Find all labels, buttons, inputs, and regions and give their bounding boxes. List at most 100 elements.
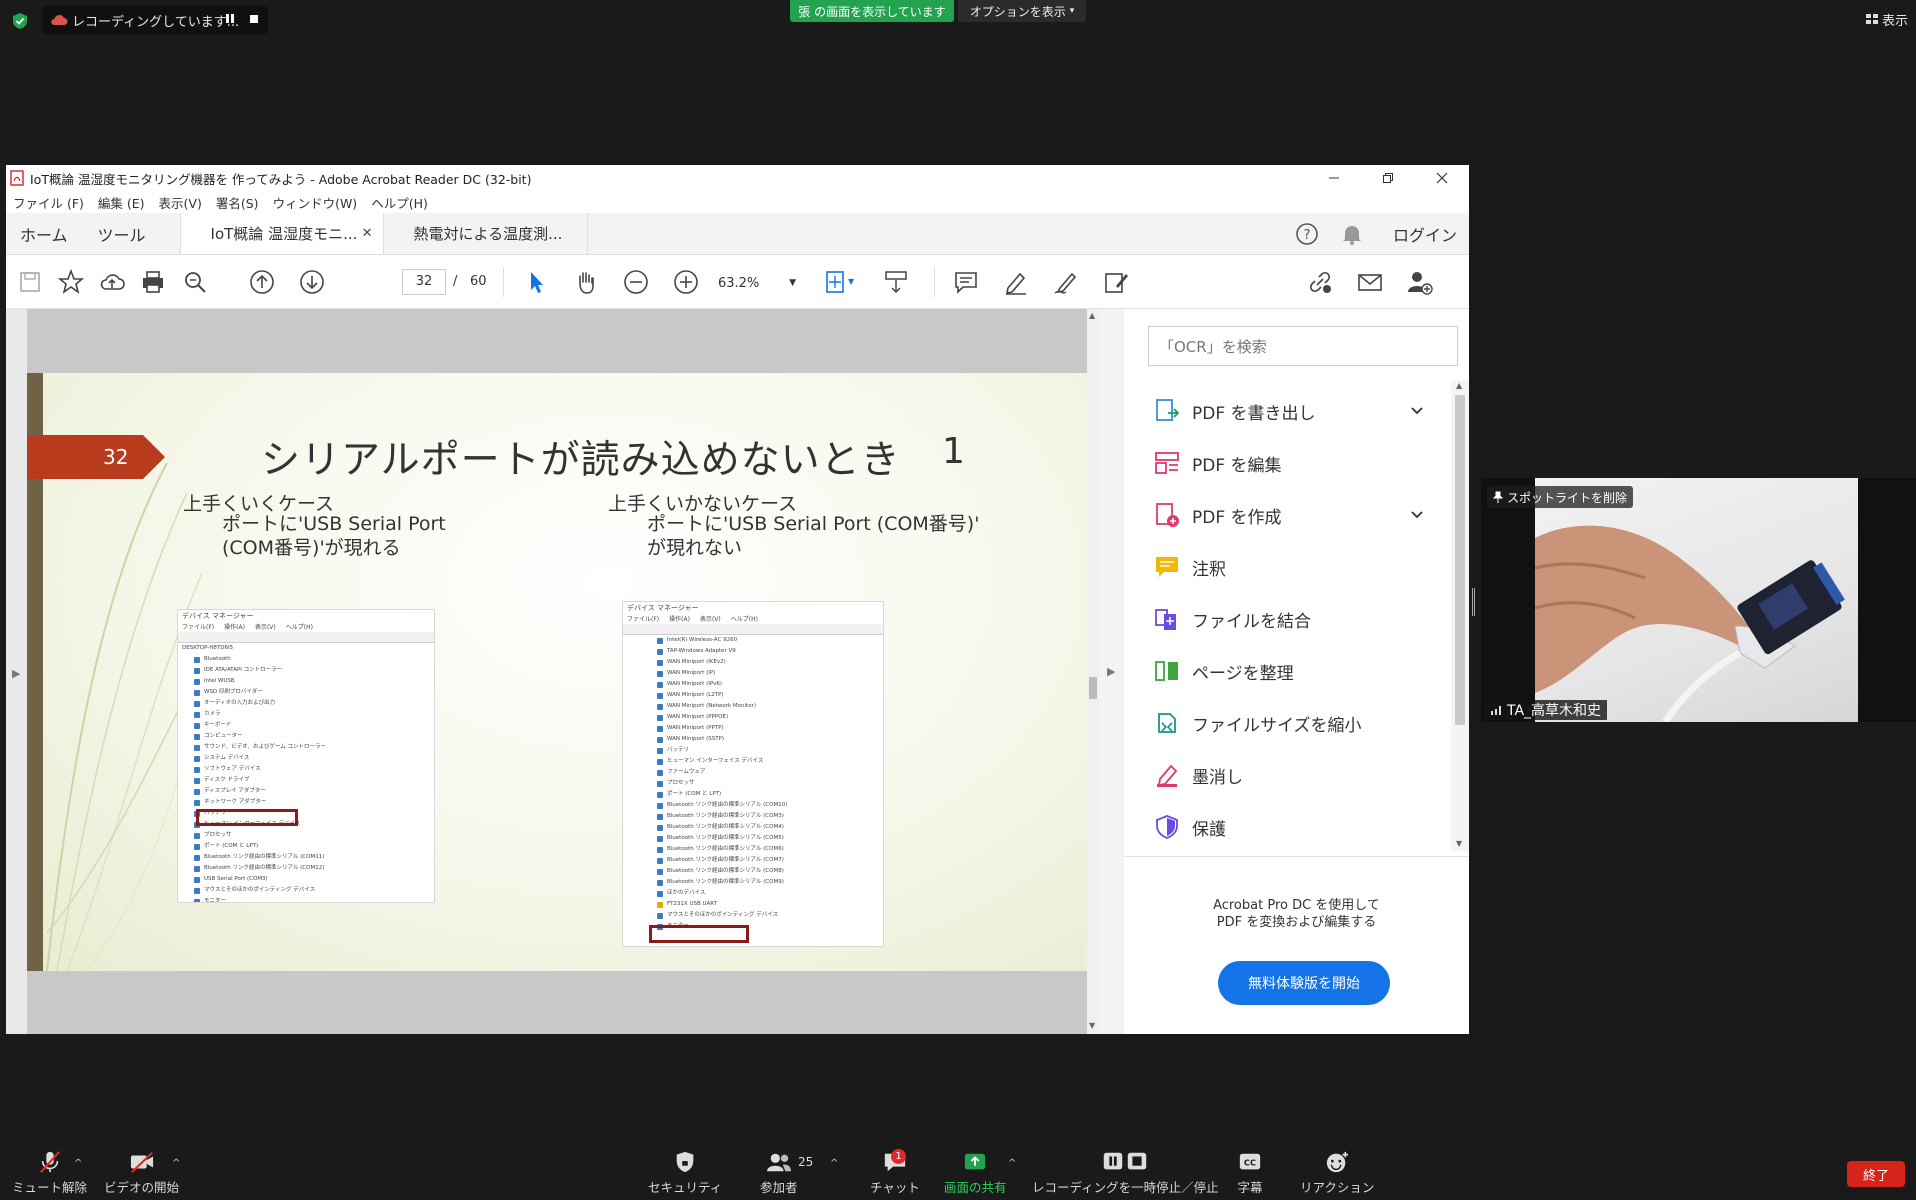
menu-edit[interactable]: 編集 (E): [98, 193, 145, 212]
device-icon: [657, 758, 663, 765]
reactions-button[interactable]: リアクション: [1300, 1150, 1374, 1196]
login-button[interactable]: ログイン: [1393, 222, 1457, 246]
right_shot-tree-item: WAN Miniport (SSTP): [627, 734, 883, 745]
start-video-button[interactable]: ビデオの開始: [104, 1150, 179, 1196]
fit-page-icon[interactable]: [822, 268, 850, 296]
add-user-icon[interactable]: [1406, 268, 1434, 296]
hand-tool-icon[interactable]: [572, 268, 600, 296]
pro-promo-text: Acrobat Pro DC を使用して PDF を変換および編集する: [1124, 897, 1469, 931]
recording-control-button[interactable]: レコーディングを一時停止／停止: [1032, 1150, 1219, 1196]
zoom-level-select[interactable]: 63.2% ▼: [714, 271, 800, 295]
comment-icon[interactable]: [952, 268, 980, 296]
tool-compress-file[interactable]: ファイルサイズを縮小: [1154, 703, 1424, 743]
tool-edit-pdf[interactable]: PDF を編集: [1154, 443, 1424, 483]
email-icon[interactable]: [1356, 268, 1384, 296]
tool-comment[interactable]: 注釈: [1154, 547, 1424, 587]
tool-export-pdf[interactable]: PDF を書き出し: [1154, 391, 1424, 431]
document-viewport[interactable]: ▶ 32 シリアルポートが読み込めないとき 1 上手くいくケース ポートに'US…: [6, 309, 1099, 1034]
participants-caret-icon[interactable]: ^: [830, 1158, 838, 1169]
save-icon[interactable]: [16, 268, 44, 296]
tool-edit-pdf-label: PDF を編集: [1192, 455, 1282, 476]
tab-document-1[interactable]: IoT概論 温湿度モニ... ✕: [179, 213, 384, 254]
next-page-icon[interactable]: [298, 268, 326, 296]
cloud-upload-icon[interactable]: [98, 268, 126, 296]
scroll-thumb[interactable]: [1089, 677, 1097, 699]
print-icon[interactable]: [139, 268, 167, 296]
document-scrollbar[interactable]: ▲ ▼: [1087, 309, 1099, 1034]
participant-name-tag: TA_高草木和史: [1485, 700, 1608, 720]
participant-video-feed: [1534, 478, 1858, 722]
security-button[interactable]: セキュリティ: [648, 1150, 722, 1196]
scroll-up-icon[interactable]: ▲: [1089, 311, 1095, 320]
security-label: セキュリティ: [648, 1180, 723, 1195]
sharing-status: 張 の画面を表示しています: [790, 0, 954, 22]
tool-create-pdf[interactable]: PDF を作成: [1154, 495, 1424, 535]
panel-resize-handle[interactable]: [1472, 588, 1476, 616]
start-video-label: ビデオの開始: [104, 1180, 180, 1195]
tab-home[interactable]: ホーム: [6, 213, 84, 254]
notification-bell-icon[interactable]: [1341, 222, 1363, 246]
zoom-in-icon[interactable]: [672, 268, 700, 296]
tools-pane-scroll-thumb[interactable]: [1455, 395, 1465, 725]
star-icon[interactable]: [57, 268, 85, 296]
participants-button[interactable]: 参加者: [760, 1150, 798, 1196]
close-window-icon[interactable]: [1415, 165, 1469, 191]
unmute-button[interactable]: ミュート解除: [12, 1150, 87, 1196]
captions-button[interactable]: CC 字幕: [1236, 1150, 1264, 1196]
tool-export-pdf-label: PDF を書き出し: [1192, 403, 1316, 424]
audio-options-caret-icon[interactable]: ^: [74, 1158, 82, 1169]
menu-view[interactable]: 表示(V): [159, 193, 202, 212]
help-icon[interactable]: ?: [1295, 222, 1319, 246]
menu-sign[interactable]: 署名(S): [216, 193, 259, 212]
select-cursor-icon[interactable]: [522, 268, 550, 296]
minimize-icon[interactable]: [1307, 165, 1361, 191]
pause-recording-icon[interactable]: [224, 14, 236, 26]
end-meeting-button[interactable]: 終了: [1847, 1161, 1905, 1187]
right_shot-tree-item: ポート (COM と LPT): [627, 789, 883, 800]
video-options-caret-icon[interactable]: ^: [172, 1158, 180, 1169]
scroll-down-icon[interactable]: ▼: [1089, 1021, 1095, 1030]
tab-tools[interactable]: ツール: [84, 213, 180, 254]
menu-file[interactable]: ファイル (F): [13, 193, 84, 212]
collapse-tools-pane[interactable]: ▶: [1099, 309, 1124, 1034]
tool-comment-label: 注釈: [1192, 559, 1226, 580]
chevron-down-icon[interactable]: [1410, 507, 1424, 521]
start-trial-button[interactable]: 無料体験版を開始: [1218, 961, 1390, 1005]
chevron-down-icon[interactable]: [1410, 403, 1424, 417]
tool-organize-pages[interactable]: ページを整理: [1154, 651, 1424, 691]
view-options-button[interactable]: オプションを表示 ▾: [958, 0, 1086, 22]
sign-pen-icon[interactable]: [1052, 268, 1080, 296]
fit-dropdown-icon[interactable]: ▼: [848, 277, 854, 286]
left_shot-tree-label: プロセッサ: [204, 832, 232, 839]
tool-redact[interactable]: 墨消し: [1154, 755, 1424, 795]
device-icon: [657, 901, 663, 908]
page-number-input[interactable]: 32: [402, 269, 446, 295]
zoom-out-icon[interactable]: [622, 268, 650, 296]
previous-page-icon[interactable]: [248, 268, 276, 296]
left-panel-toggle[interactable]: ▶: [6, 309, 27, 1034]
remove-spotlight-button[interactable]: スポットライトを削除: [1487, 486, 1634, 508]
left_shot-tree-item: Bluetooth リンク経由の標準シリアル (COM11): [182, 852, 434, 863]
menu-bar: ファイル (F) 編集 (E) 表示(V) 署名(S) ウィンドウ(W) ヘルプ…: [6, 191, 1469, 213]
stop-recording-icon[interactable]: [248, 14, 260, 26]
zoom-search-icon[interactable]: [181, 268, 209, 296]
tool-combine-files[interactable]: ファイルを結合: [1154, 599, 1424, 639]
share-options-caret-icon[interactable]: ^: [1008, 1158, 1016, 1169]
restore-icon[interactable]: [1361, 165, 1415, 191]
scroll-down-icon[interactable]: ▼: [1456, 839, 1462, 848]
fill-sign-icon[interactable]: [1102, 268, 1130, 296]
scroll-mode-icon[interactable]: [882, 268, 910, 296]
highlight-pen-icon[interactable]: [1002, 268, 1030, 296]
tab-document-2[interactable]: 熱電対による温度測...: [384, 213, 588, 254]
share-screen-button[interactable]: 画面の共有: [944, 1150, 1007, 1196]
tools-search-input[interactable]: 「OCR」を検索: [1148, 326, 1458, 366]
menu-window[interactable]: ウィンドウ(W): [273, 193, 358, 212]
tools-pane-scrollbar[interactable]: ▲ ▼: [1451, 381, 1469, 851]
tool-protect[interactable]: 保護: [1154, 807, 1424, 847]
close-tab-icon[interactable]: ✕: [362, 226, 373, 241]
share-link-icon[interactable]: [1306, 268, 1334, 296]
scroll-up-icon[interactable]: ▲: [1456, 381, 1462, 390]
ss-right-menu-view: 表示(V): [699, 616, 721, 623]
view-button[interactable]: 表示: [1865, 10, 1908, 29]
menu-help[interactable]: ヘルプ(H): [371, 193, 428, 212]
